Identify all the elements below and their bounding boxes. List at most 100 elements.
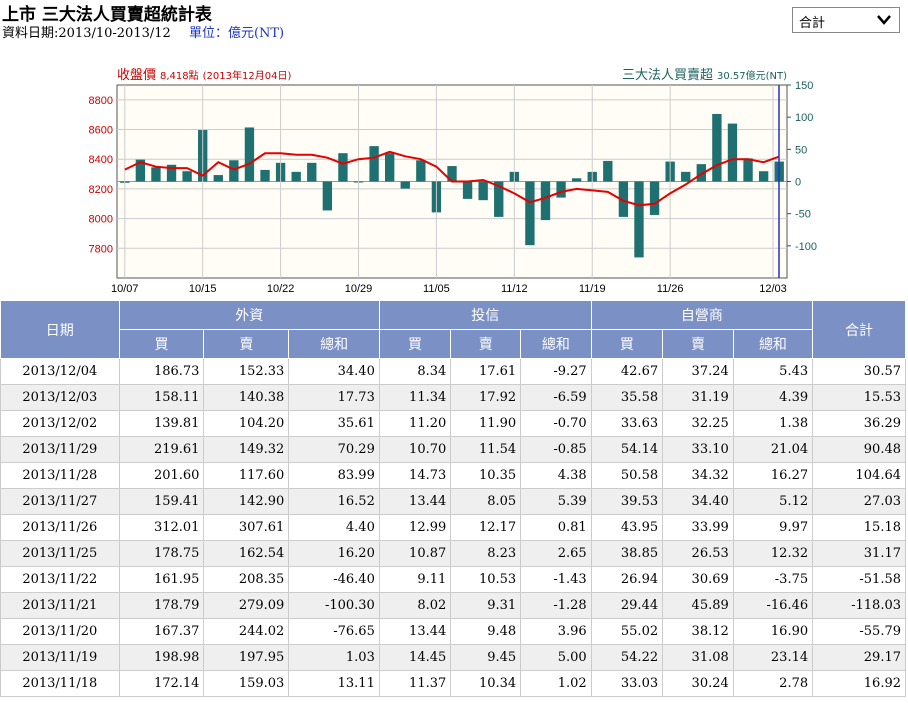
cell-value: -76.65 [288,618,380,645]
net-bar [182,171,192,182]
cell-value: 10.53 [450,566,522,593]
y-right-tick: 50 [795,144,807,156]
cell-value: 27.03 [812,488,906,515]
cell-value: 16.20 [288,540,380,567]
close-price-title: 收盤價 [117,68,156,83]
table-row: 2013/11/21 178.79 279.09 -100.30 8.02 9.31 -1.… [0,592,906,619]
col-trust-net: 總和 [520,329,592,359]
x-tick: 10/22 [267,283,295,295]
cell-value: 30.57 [812,358,906,385]
cell-value: 34.32 [662,462,734,489]
net-bar [462,181,473,199]
net-bar [727,123,738,182]
cell-value: 17.92 [450,384,522,411]
select-value: 合計 [799,16,826,31]
x-tick: 11/26 [657,283,684,295]
cell-value: 13.44 [378,618,452,645]
cell-value: 26.53 [662,540,734,567]
cell-date: 2013/12/04 [0,358,120,385]
cell-value: 33.03 [590,670,664,697]
y-right-tick: 0 [795,177,801,189]
cell-value: 12.32 [732,540,814,567]
cell-value: -100.30 [288,592,380,619]
col-foreign-buy: 買 [118,329,205,359]
net-bar [322,181,333,211]
cell-value: 9.97 [732,514,814,541]
table-row: 2013/11/19 198.98 197.95 1.03 14.45 9.45 5.00 5… [0,644,906,671]
date-range-text: 資料日期:2013/10-2013/12 [2,26,171,41]
net-bar [369,146,379,182]
net-bar [681,171,691,182]
cell-value: 142.90 [203,488,290,515]
cell-value: 54.22 [590,644,664,671]
cell-value: 149.32 [203,436,290,463]
col-foreign-sell: 賣 [203,329,290,359]
cell-value: 30.69 [662,566,734,593]
cell-value: 16.52 [288,488,380,515]
cell-value: 31.19 [662,384,734,411]
net-bar [400,181,410,189]
cell-value: 33.63 [590,410,664,437]
net-trading-value: 30.57億元(NT) [717,69,787,82]
cell-value: 4.39 [732,384,814,411]
net-bar [743,158,753,182]
cell-value: 12.99 [378,514,452,541]
cell-value: 201.60 [118,462,205,489]
col-dealer-buy: 買 [590,329,664,359]
cell-value: 38.85 [590,540,664,567]
cell-value: 279.09 [203,592,290,619]
cell-value: 31.17 [812,540,906,567]
cell-value: 178.75 [118,540,205,567]
cell-value: 21.04 [732,436,814,463]
net-bar [571,178,582,182]
cell-value: 5.39 [520,488,592,515]
x-tick: 10/07 [111,283,139,295]
cell-value: 197.95 [203,644,290,671]
close-price-value: 8,418點 [160,69,199,82]
data-date-range: 資料日期:2013/10-2013/12 單位：億元(NT) [2,22,284,41]
net-bar [556,181,566,198]
cell-value: -3.75 [732,566,814,593]
cell-value: 4.40 [288,514,380,541]
x-tick: 10/15 [189,283,217,295]
net-bar [385,153,395,182]
cell-value: 8.34 [378,358,452,385]
cell-value: 16.90 [732,618,814,645]
x-tick: 11/19 [579,283,606,295]
cell-value: 17.61 [450,358,522,385]
cell-value: 10.87 [378,540,452,567]
cell-value: 13.44 [378,488,452,515]
net-bar [540,181,551,221]
cell-value: -0.85 [520,436,592,463]
cell-value: 33.99 [662,514,734,541]
cell-value: 198.98 [118,644,205,671]
cell-value: 38.12 [662,618,734,645]
cell-value: 104.64 [812,462,906,489]
cell-date: 2013/11/27 [0,488,120,515]
table-row: 2013/11/28 201.60 117.60 83.99 14.73 10.35 4.3… [0,462,906,489]
cell-value: 8.05 [450,488,522,515]
cell-value: 104.20 [203,410,290,437]
table-row: 2013/12/03 158.11 140.38 17.73 11.34 17.92 -6.… [0,384,906,411]
cell-date: 2013/11/18 [0,670,120,697]
table-row: 2013/11/25 178.75 162.54 16.20 10.87 8.23 2.65… [0,540,906,567]
cell-value: 37.24 [662,358,734,385]
cell-value: 307.61 [203,514,290,541]
total-filter-select[interactable]: 合計 [792,7,900,33]
col-dealer-net: 總和 [732,329,814,359]
chevron-down-icon [877,15,891,25]
net-bar [307,162,317,182]
col-foreign-net: 總和 [288,329,380,359]
cell-value: 35.61 [288,410,380,437]
cell-value: -55.79 [812,618,906,645]
cell-value: 26.94 [590,566,664,593]
cell-value: 219.61 [118,436,205,463]
cell-value: 1.38 [732,410,814,437]
cell-value: 11.54 [450,436,522,463]
cell-value: 16.27 [732,462,814,489]
col-trust: 投信 [378,300,592,330]
cell-value: 33.10 [662,436,734,463]
y-left-tick: 8400 [89,154,113,166]
col-dealer: 自營商 [590,300,814,330]
cell-value: 162.54 [203,540,290,567]
